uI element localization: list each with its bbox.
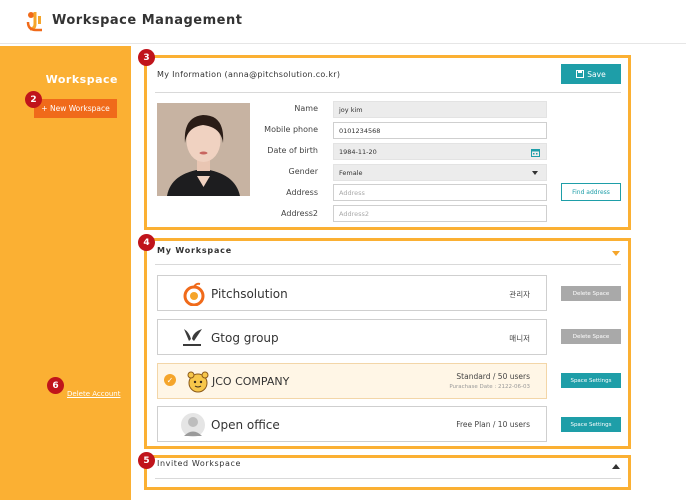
workspace-name: Open office [211,418,280,432]
annotation-badge-2: 2 [25,91,42,108]
profile-photo [157,103,250,196]
workspace-plan: Standard / 50 users [456,372,530,381]
find-address-button[interactable]: Find address [561,183,621,201]
save-button[interactable]: Save [561,64,621,84]
page-title: Workspace Management [52,13,243,28]
date-of-birth-value: 1984-11-20 [339,147,377,156]
workspace-card[interactable]: Gtog group 매니저 [157,319,547,355]
annotation-badge-4: 4 [138,234,155,251]
workspace-name: Pitchsolution [211,287,288,301]
date-of-birth-input[interactable]: 1984-11-20 [333,143,547,160]
chevron-down-icon [532,171,538,175]
jco-mascot-icon [187,371,209,393]
gender-label: Gender [288,167,318,176]
annotation-badge-3: 3 [138,49,155,66]
address-input[interactable]: Address [333,184,547,201]
space-settings-button[interactable]: Space Settings [561,373,621,388]
my-workspace-title: My Workspace [157,246,232,255]
name-label: Name [294,104,318,113]
my-information-divider [155,92,621,93]
new-workspace-button[interactable]: + New Workspace [34,99,117,118]
annotation-badge-5: 5 [138,452,155,469]
expand-chevron-icon[interactable] [612,464,620,469]
calendar-icon[interactable] [531,148,540,157]
workspace-plan: Free Plan / 10 users [456,420,530,429]
my-information-title: My Information (anna@pitchsolution.co.kr… [157,70,341,79]
gtog-logo-icon [183,329,202,346]
open-office-avatar-icon [181,413,205,437]
delete-account-link[interactable]: Delete Account [67,390,121,398]
date-of-birth-label: Date of birth [267,146,318,155]
workspace-role: 관리자 [509,290,530,299]
name-input[interactable]: joy kim [333,101,547,118]
gender-select[interactable]: Female [333,164,547,181]
save-icon [576,70,585,78]
delete-space-button[interactable]: Delete Space [561,286,621,301]
space-settings-button[interactable]: Space Settings [561,417,621,432]
invited-workspace-title: Invited Workspace [157,459,241,468]
workspace-logo-icon[interactable] [26,10,44,32]
selected-check-icon: ✓ [164,374,176,386]
sidebar-title: Workspace [45,73,118,86]
pitchsolution-logo-icon [183,282,205,306]
new-workspace-label: + New Workspace [41,104,110,113]
workspace-role: 매니저 [509,334,530,343]
workspace-name: Gtog group [211,331,279,345]
workspace-purchase-date: Purachase Date : 2122-06-03 [449,384,530,390]
gender-value: Female [339,168,363,177]
mobile-phone-label: Mobile phone [264,125,318,134]
app-header: Workspace Management [0,0,686,44]
annotation-badge-6: 6 [47,377,64,394]
my-workspace-divider [155,264,621,265]
address-label: Address [286,188,318,197]
delete-space-button[interactable]: Delete Space [561,329,621,344]
address2-label: Address2 [281,209,318,218]
workspace-card[interactable]: Open office Free Plan / 10 users [157,406,547,442]
sidebar: Workspace + New Workspace Delete Account [0,46,131,500]
workspace-card-selected[interactable]: JCO COMPANY Standard / 50 users Purachas… [157,363,547,399]
invited-workspace-divider [155,478,621,479]
collapse-chevron-icon[interactable] [612,251,620,256]
workspace-name: JCO COMPANY [212,375,290,388]
workspace-card[interactable]: Pitchsolution 관리자 [157,275,547,311]
save-label: Save [587,69,606,79]
address2-input[interactable]: Address2 [333,205,547,222]
mobile-phone-input[interactable]: 0101234568 [333,122,547,139]
